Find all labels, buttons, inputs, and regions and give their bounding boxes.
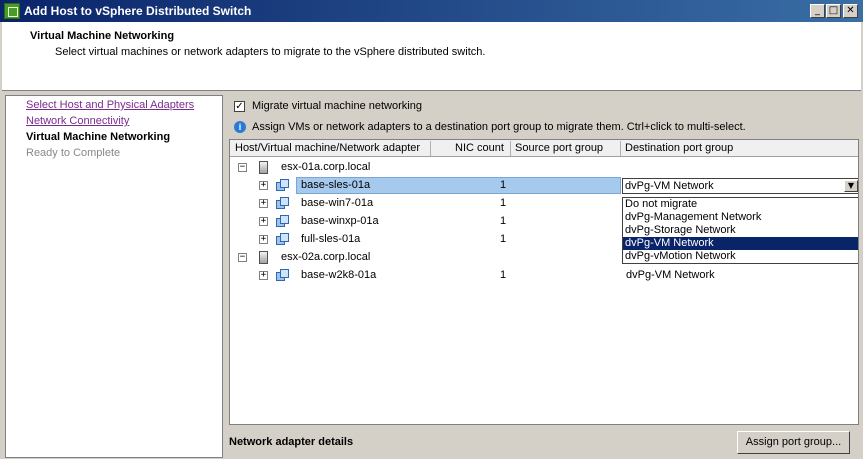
column-header-nic-count[interactable]: NIC count: [455, 142, 504, 154]
vm-row-base-w2k8-01a[interactable]: + base-w2k8-01a 1 dvPg-VM Network: [230, 267, 858, 285]
expand-icon[interactable]: +: [259, 271, 268, 280]
grid-header: Host/Virtual machine/Network adapter NIC…: [230, 140, 858, 157]
vsphere-app-icon: [4, 3, 20, 19]
nic-count: 1: [500, 215, 507, 227]
virtual-machine-icon: [276, 179, 290, 192]
maximize-button[interactable]: □: [826, 4, 841, 18]
page-subtitle: Select virtual machines or network adapt…: [55, 46, 486, 58]
window-title: Add Host to vSphere Distributed Switch: [24, 4, 252, 18]
column-divider[interactable]: [430, 141, 431, 156]
option-management-network[interactable]: dvPg-Management Network: [623, 211, 858, 224]
virtual-machine-icon: [276, 215, 290, 228]
network-adapter-details-label: Network adapter details: [229, 436, 354, 448]
expand-icon[interactable]: +: [259, 199, 268, 208]
column-header-destination-port-group[interactable]: Destination port group: [625, 142, 733, 154]
collapse-icon[interactable]: −: [238, 163, 247, 172]
info-icon: i: [234, 121, 246, 133]
main-panel: ✓ Migrate virtual machine networking i A…: [226, 95, 863, 459]
nav-step-ready-to-complete: Ready to Complete: [26, 147, 121, 159]
info-text: Assign VMs or network adapters to a dest…: [252, 121, 746, 133]
column-header-adapter[interactable]: Host/Virtual machine/Network adapter: [235, 142, 420, 154]
wizard-steps-nav: Select Host and Physical Adapters Networ…: [5, 95, 223, 458]
expand-icon[interactable]: +: [259, 181, 268, 190]
destination-port-group-select[interactable]: dvPg-VM Network ▼: [622, 178, 858, 194]
close-button[interactable]: ✕: [843, 4, 858, 18]
destination-port-group-options: Do not migrate dvPg-Management Network d…: [622, 197, 858, 264]
page-title: Virtual Machine Networking: [30, 30, 175, 42]
nav-step-network-connectivity[interactable]: Network Connectivity: [26, 115, 129, 127]
nic-count: 1: [500, 179, 507, 191]
option-do-not-migrate[interactable]: Do not migrate: [623, 198, 858, 211]
option-vmotion-network[interactable]: dvPg-vMotion Network: [623, 250, 858, 263]
title-bar: Add Host to vSphere Distributed Switch _…: [0, 0, 863, 22]
vm-name: base-winxp-01a: [301, 215, 379, 227]
nav-step-select-host[interactable]: Select Host and Physical Adapters: [26, 99, 194, 111]
vm-name: base-sles-01a: [301, 179, 371, 191]
nav-step-vm-networking: Virtual Machine Networking: [26, 131, 171, 143]
host-name: esx-02a.corp.local: [281, 251, 371, 263]
nic-count: 1: [500, 197, 507, 209]
nic-count: 1: [500, 269, 507, 281]
migrate-vm-networking-label[interactable]: Migrate virtual machine networking: [252, 100, 422, 112]
collapse-icon[interactable]: −: [238, 253, 247, 262]
dropdown-arrow-icon[interactable]: ▼: [844, 180, 858, 192]
wizard-header: Virtual Machine Networking Select virtua…: [2, 22, 861, 91]
dropdown-selected-value: dvPg-VM Network: [625, 180, 714, 192]
vm-name: base-win7-01a: [301, 197, 374, 209]
host-server-icon: [259, 251, 268, 264]
column-divider[interactable]: [620, 141, 621, 156]
nic-count: 1: [500, 233, 507, 245]
expand-icon[interactable]: +: [259, 217, 268, 226]
expand-icon[interactable]: +: [259, 235, 268, 244]
vm-name: base-w2k8-01a: [301, 269, 377, 281]
assign-port-group-button[interactable]: Assign port group...: [737, 431, 850, 454]
minimize-button[interactable]: _: [810, 4, 825, 18]
vm-migration-grid: Host/Virtual machine/Network adapter NIC…: [229, 139, 859, 425]
vm-name: full-sles-01a: [301, 233, 361, 245]
column-divider[interactable]: [510, 141, 511, 156]
option-storage-network[interactable]: dvPg-Storage Network: [623, 224, 858, 237]
host-row-esx-01a[interactable]: − esx-01a.corp.local: [230, 159, 858, 177]
migrate-vm-networking-checkbox[interactable]: ✓: [234, 101, 245, 112]
virtual-machine-icon: [276, 233, 290, 246]
host-server-icon: [259, 161, 268, 174]
virtual-machine-icon: [276, 269, 290, 282]
column-header-source-port-group[interactable]: Source port group: [515, 142, 603, 154]
destination-port-group[interactable]: dvPg-VM Network: [626, 269, 715, 281]
virtual-machine-icon: [276, 197, 290, 210]
host-name: esx-01a.corp.local: [281, 161, 371, 173]
option-vm-network[interactable]: dvPg-VM Network: [623, 237, 858, 250]
